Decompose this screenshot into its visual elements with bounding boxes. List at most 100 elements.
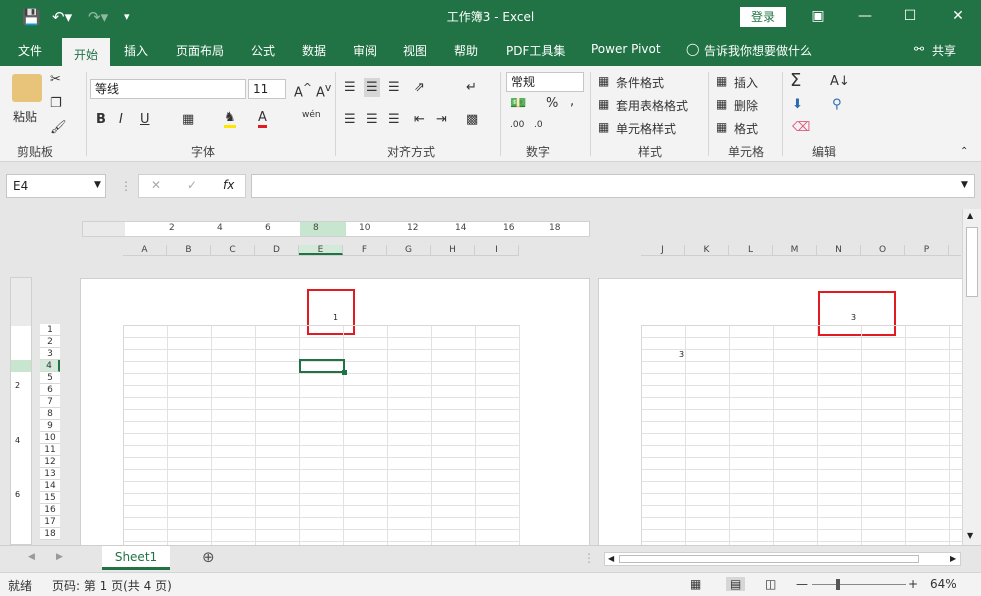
tab-home-active[interactable]: 开始 xyxy=(62,38,110,68)
cell-grid-page1[interactable] xyxy=(123,325,520,545)
tab-file[interactable]: 文件 xyxy=(18,42,42,59)
hscroll-thumb[interactable] xyxy=(619,555,919,563)
column-header[interactable]: A xyxy=(123,245,167,255)
align-center-icon[interactable]: ☰ xyxy=(366,112,378,127)
clear-icon[interactable]: ⌫ xyxy=(792,120,810,135)
column-header[interactable]: E xyxy=(299,245,343,255)
tab-insert[interactable]: 插入 xyxy=(124,42,148,59)
column-header[interactable]: I xyxy=(475,245,519,255)
format-cells-button[interactable]: 格式 xyxy=(734,120,758,137)
font-color-icon[interactable]: A xyxy=(258,110,267,128)
column-header[interactable]: C xyxy=(211,245,255,255)
italic-button[interactable]: I xyxy=(119,112,123,127)
paste-button[interactable]: 粘贴 xyxy=(13,108,37,125)
increase-decimal-icon[interactable]: .00 xyxy=(510,120,524,130)
row-header[interactable]: 16 xyxy=(40,504,60,516)
page-break-view-icon[interactable]: ◫ xyxy=(765,577,776,591)
page-header-number-2[interactable]: 3 xyxy=(851,313,856,322)
phonetic-icon[interactable]: wén xyxy=(302,110,321,120)
scroll-up-icon[interactable]: ▲ xyxy=(967,211,973,220)
column-header[interactable]: B xyxy=(167,245,211,255)
next-sheet-icon[interactable]: ▶ xyxy=(56,552,63,562)
share-button[interactable]: 共享 xyxy=(932,42,956,59)
row-header[interactable]: 12 xyxy=(40,456,60,468)
add-sheet-icon[interactable]: ⊕ xyxy=(202,548,215,566)
row-header[interactable]: 3 xyxy=(40,348,60,360)
delete-cells-button[interactable]: 删除 xyxy=(734,97,758,114)
decrease-indent-icon[interactable]: ⇤ xyxy=(414,112,425,127)
borders-icon[interactable]: ▦ xyxy=(182,112,194,127)
row-header[interactable]: 5 xyxy=(40,372,60,384)
row-header[interactable]: 9 xyxy=(40,420,60,432)
bold-button[interactable]: B xyxy=(96,112,106,127)
find-select-icon[interactable]: ⚲ xyxy=(832,97,842,112)
insert-cells-button[interactable]: 插入 xyxy=(734,74,758,91)
decrease-font-icon[interactable]: Av xyxy=(316,81,331,100)
scroll-left-icon[interactable]: ◀ xyxy=(608,554,614,563)
copy-icon[interactable]: ❐ xyxy=(50,96,62,111)
scroll-down-icon[interactable]: ▼ xyxy=(967,531,973,540)
sort-filter-icon[interactable]: A↓ xyxy=(830,74,850,89)
tab-page-layout[interactable]: 页面布局 xyxy=(176,42,224,59)
row-header[interactable]: 1 xyxy=(40,324,60,336)
wrap-text-icon[interactable]: ↵ xyxy=(466,80,477,95)
align-right-icon[interactable]: ☰ xyxy=(388,112,400,127)
tab-data[interactable]: 数据 xyxy=(302,42,326,59)
enter-icon[interactable]: ✓ xyxy=(187,178,197,192)
scroll-right-icon[interactable]: ▶ xyxy=(950,554,956,563)
format-as-table-button[interactable]: 套用表格格式 xyxy=(616,97,688,114)
align-top-icon[interactable]: ☰ xyxy=(344,80,356,95)
paste-icon[interactable] xyxy=(12,74,42,102)
column-header[interactable]: K xyxy=(685,245,729,255)
row-header[interactable]: 4 xyxy=(40,360,60,372)
close-icon[interactable]: ✕ xyxy=(948,6,968,26)
column-header[interactable]: G xyxy=(387,245,431,255)
column-header[interactable]: D xyxy=(255,245,299,255)
tab-home[interactable]: 开始 xyxy=(74,46,98,63)
collapse-ribbon-icon[interactable]: ⌃ xyxy=(960,146,968,157)
tab-formulas[interactable]: 公式 xyxy=(251,42,275,59)
increase-indent-icon[interactable]: ⇥ xyxy=(436,112,447,127)
tab-pdf-tools[interactable]: PDF工具集 xyxy=(506,42,565,59)
align-middle-icon[interactable]: ☰ xyxy=(364,78,380,97)
page-header-number[interactable]: 1 xyxy=(333,313,338,322)
column-header[interactable]: M xyxy=(773,245,817,255)
zoom-level[interactable]: 64% xyxy=(930,577,957,591)
expand-formula-icon[interactable]: ▼ xyxy=(961,180,968,190)
sheet-tab-sheet1[interactable]: Sheet1 xyxy=(102,546,170,570)
column-header[interactable]: F xyxy=(343,245,387,255)
tab-review[interactable]: 审阅 xyxy=(353,42,377,59)
zoom-slider[interactable] xyxy=(812,584,906,585)
row-header[interactable]: 11 xyxy=(40,444,60,456)
cancel-icon[interactable]: ✕ xyxy=(151,178,161,192)
minimize-icon[interactable]: — xyxy=(855,6,875,26)
maximize-icon[interactable]: ☐ xyxy=(900,6,920,26)
align-left-icon[interactable]: ☰ xyxy=(344,112,356,127)
column-header[interactable]: H xyxy=(431,245,475,255)
conditional-format-button[interactable]: 条件格式 xyxy=(616,74,664,91)
fill-handle[interactable] xyxy=(342,370,347,375)
increase-font-icon[interactable]: A^ xyxy=(294,81,312,100)
vertical-scrollbar[interactable]: ▲ ▼ xyxy=(962,209,981,545)
currency-icon[interactable]: 💵 xyxy=(510,96,526,111)
row-header[interactable]: 18 xyxy=(40,528,60,540)
row-header[interactable]: 7 xyxy=(40,396,60,408)
row-header[interactable]: 13 xyxy=(40,468,60,480)
column-header[interactable]: O xyxy=(861,245,905,255)
cell-grid-page2[interactable] xyxy=(641,325,962,545)
number-format-select[interactable]: 常规 xyxy=(506,72,584,92)
fill-color-icon[interactable]: ♞ xyxy=(224,110,236,128)
signin-button[interactable]: 登录 xyxy=(740,7,786,27)
ribbon-display-icon[interactable]: ▣ xyxy=(808,6,828,26)
tab-help[interactable]: 帮助 xyxy=(454,42,478,59)
orientation-icon[interactable]: ⇗ xyxy=(414,80,425,95)
align-bottom-icon[interactable]: ☰ xyxy=(388,80,400,95)
active-cell-e4[interactable] xyxy=(299,359,345,373)
row-header[interactable]: 17 xyxy=(40,516,60,528)
column-header[interactable]: J xyxy=(641,245,685,255)
zoom-in-icon[interactable]: + xyxy=(908,577,918,591)
scroll-thumb[interactable] xyxy=(966,227,978,297)
row-header[interactable]: 15 xyxy=(40,492,60,504)
name-box[interactable]: E4 xyxy=(6,174,106,198)
comma-button[interactable]: , xyxy=(570,94,574,109)
